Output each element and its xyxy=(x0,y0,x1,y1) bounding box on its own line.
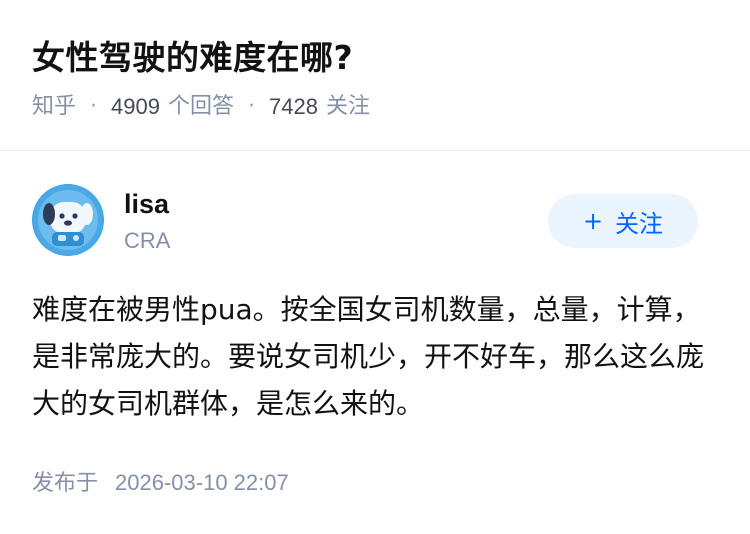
avatar[interactable] xyxy=(32,184,104,256)
avatar-cartoon-dog-icon xyxy=(32,184,104,256)
plus-icon: + xyxy=(582,207,604,235)
author-bio: CRA xyxy=(124,228,171,253)
meta-separator: · xyxy=(247,94,255,119)
answer-content: 难度在被男性pua。按全国女司机数量，总量，计算，是非常庞大的。要说女司机少，开… xyxy=(32,293,705,420)
author-name[interactable]: lisa xyxy=(124,186,169,222)
source-label[interactable]: 知乎 xyxy=(32,92,76,122)
publish-label: 发布于 xyxy=(32,471,99,496)
follow-button-label: 关注 xyxy=(615,209,664,238)
question-title[interactable]: 女性驾驶的难度在哪? xyxy=(32,34,718,82)
publish-timestamp: 2026-03-10 22:07 xyxy=(115,470,289,495)
meta-separator: · xyxy=(90,94,98,119)
publish-time: 发布于 2026-03-10 22:07 xyxy=(32,468,289,499)
header-divider xyxy=(0,150,750,151)
follow-button[interactable]: + 关注 xyxy=(548,194,698,248)
answer-count: 4909 xyxy=(111,94,160,119)
question-header: 女性驾驶的难度在哪? 知乎 · 4909 个回答 · 7428 关注 xyxy=(32,34,718,122)
follow-count: 7428 xyxy=(268,94,318,119)
answer-count-label[interactable]: 个回答 xyxy=(168,92,234,122)
follow-count-label: 关注 xyxy=(325,94,370,119)
question-meta: 知乎 · 4909 个回答 · 7428 关注 xyxy=(32,92,718,122)
author-row: lisa CRA + 关注 xyxy=(32,184,698,262)
